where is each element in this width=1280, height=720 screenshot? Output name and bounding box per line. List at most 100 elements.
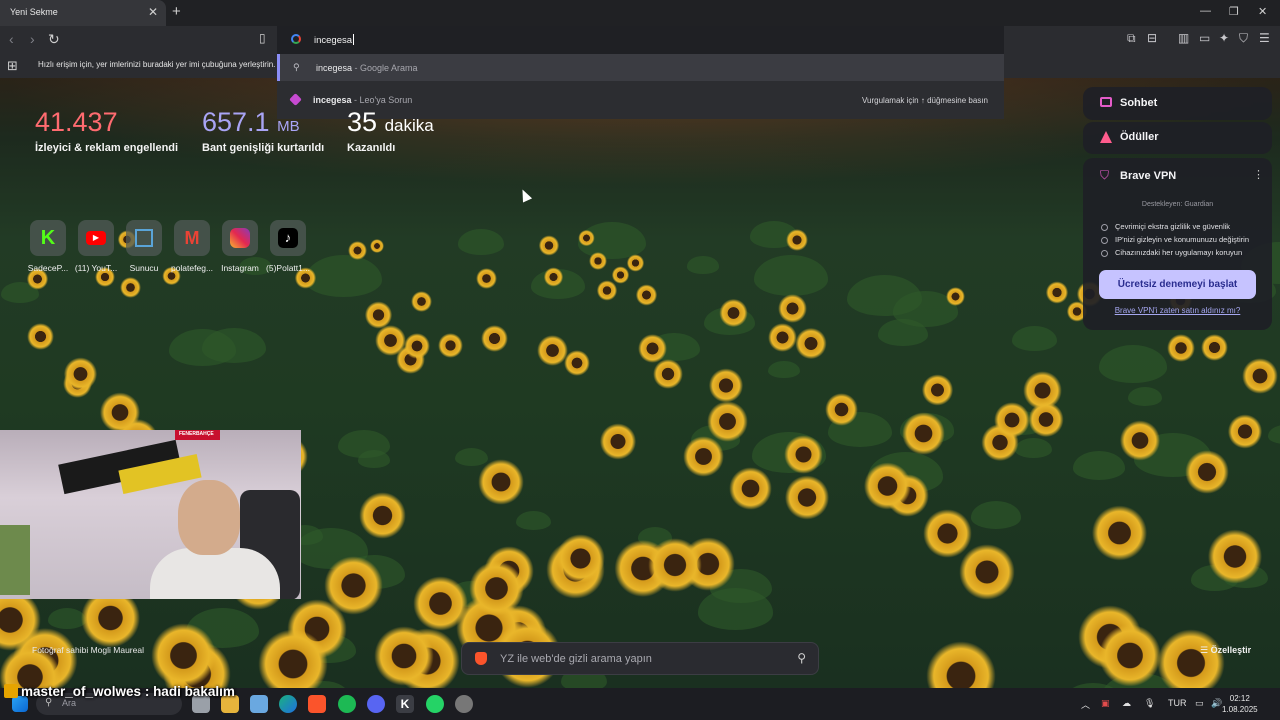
shortcut-tile[interactable]: Instagram — [220, 220, 260, 273]
vpn-title: Brave VPN — [1120, 170, 1177, 182]
steam-icon[interactable] — [455, 695, 473, 713]
sunflower-decoration — [926, 640, 997, 688]
close-tab-icon[interactable]: ✕ — [148, 5, 158, 19]
already-purchased-link[interactable]: Brave VPN'i zaten satın aldınız mı? — [1083, 306, 1272, 315]
sunflower-decoration — [1156, 628, 1226, 688]
shortcut-tile[interactable]: M polatefeg... — [171, 220, 213, 273]
language-indicator[interactable]: TUR — [1168, 698, 1187, 708]
brave-browser-icon[interactable] — [308, 695, 326, 713]
rewards-widget[interactable]: Ödüller — [1083, 122, 1272, 154]
leo-icon — [289, 93, 302, 106]
suggestion-text: incegesa - Google Arama — [316, 63, 418, 73]
bookmarks-hint: Hızlı erişim için, yer imlerinizi burada… — [38, 60, 276, 69]
spotify-icon[interactable] — [338, 695, 356, 713]
sunflower-decoration — [100, 392, 141, 433]
shortcut-tile[interactable]: Sunucu — [124, 220, 164, 273]
leaf-decoration — [305, 255, 382, 298]
apps-grid-icon[interactable]: ⊞ — [7, 58, 18, 74]
extensions-icon[interactable]: ⧉ — [1127, 31, 1136, 46]
suggestion-google-search[interactable]: ⚲ incegesa - Google Arama — [277, 54, 1004, 81]
kick-icon: K — [30, 220, 66, 256]
sunflower-decoration — [437, 332, 463, 358]
new-tab-plus-icon[interactable]: + — [172, 3, 181, 20]
reading-list-icon[interactable]: ⊟ — [1147, 31, 1157, 45]
leo-ai-icon[interactable]: ✦ — [1219, 31, 1229, 45]
stat-value: 35 dakika — [347, 107, 434, 137]
vpn-feature: Çevrimiçi ekstra gizlilik ve güvenlik — [1115, 222, 1231, 231]
sunflower-decoration — [863, 462, 912, 510]
sunflower-decoration — [538, 235, 560, 256]
sunflower-decoration — [729, 467, 772, 510]
minimize-icon[interactable]: — — [1200, 5, 1211, 17]
onedrive-icon[interactable]: ☁ — [1122, 698, 1131, 709]
sunflower-decoration — [647, 537, 702, 593]
discord-icon[interactable] — [367, 695, 385, 713]
vpn-feature: Cihazınızdaki her uygulamayı koruyun — [1115, 248, 1243, 257]
photo-credit[interactable]: Fotoğraf sahibi Mogli Maureal — [32, 645, 144, 655]
system-clock[interactable]: 02:12 1.08.2025 — [1222, 693, 1258, 715]
sunflower-decoration — [477, 459, 525, 506]
bookmark-icon[interactable]: ▯ — [259, 31, 266, 45]
leaf-decoration — [1015, 438, 1052, 459]
leaf-decoration — [516, 511, 551, 531]
sunflower-decoration — [555, 533, 606, 584]
clock-date: 1.08.2025 — [1222, 705, 1258, 714]
sunflower-decoration — [1185, 450, 1230, 495]
brave-logo-icon — [475, 652, 487, 665]
shortcut-tile[interactable]: ▶ (11) YouT... — [75, 220, 117, 273]
sunflower-decoration — [795, 327, 827, 360]
sunflower-decoration — [1242, 358, 1279, 395]
show-hidden-icons[interactable]: ︿ — [1081, 698, 1090, 711]
brave-shields-icon[interactable]: ⛉ — [1239, 31, 1248, 46]
start-free-trial-button[interactable]: Ücretsiz denemeyi başlat — [1099, 270, 1256, 299]
menu-icon[interactable]: ☰ — [1259, 31, 1270, 45]
stat-value: 657.1 MB — [202, 107, 300, 137]
sunflower-decoration — [27, 322, 55, 350]
shortcut-tile[interactable]: K SadeceP... — [28, 220, 68, 273]
tray-app-icon[interactable]: ▣ — [1101, 698, 1110, 709]
sunflower-decoration — [635, 284, 658, 307]
restore-icon[interactable]: ❐ — [1229, 5, 1239, 18]
address-input[interactable]: incegesa — [314, 34, 355, 46]
more-options-icon[interactable]: ⋮ — [1253, 168, 1264, 181]
vpn-feature: IP'nizi gizleyin ve konumunuzu değiştiri… — [1115, 235, 1250, 244]
back-icon[interactable]: ‹ — [9, 31, 14, 47]
wallet-icon[interactable]: ▭ — [1199, 31, 1210, 45]
search-icon[interactable]: ⚲ — [797, 651, 806, 665]
customize-button[interactable]: ☰ Özelleştir — [1200, 645, 1251, 656]
whatsapp-icon[interactable] — [426, 695, 444, 713]
volume-icon[interactable]: 🔊 — [1211, 698, 1222, 709]
sunflower-decoration — [1200, 333, 1228, 361]
leaf-decoration — [1127, 386, 1162, 406]
vpn-supported-by: Destekleyen: Guardian — [1141, 201, 1214, 208]
check-icon — [1101, 250, 1108, 257]
leaf-decoration — [768, 360, 800, 379]
search-box[interactable]: YZ ile web'de gizli arama yapın ⚲ — [461, 642, 819, 675]
reload-icon[interactable]: ↻ — [48, 31, 60, 48]
sunflower-decoration — [364, 301, 393, 329]
store-icon[interactable] — [250, 695, 268, 713]
sunflower-decoration — [778, 293, 808, 323]
network-icon[interactable]: ▭ — [1195, 698, 1204, 709]
webcam-monitor — [0, 525, 30, 595]
sunflower-decoration — [1207, 529, 1262, 584]
leaf-decoration — [357, 450, 391, 469]
shortcut-tile[interactable]: ♪ (5)Polatt1... — [266, 220, 310, 273]
sunflower-decoration — [1167, 334, 1195, 362]
sidebar-icon[interactable]: ▥ — [1178, 31, 1189, 45]
kick-app-icon[interactable]: K — [396, 695, 414, 713]
microphone-icon[interactable]: 🎙 — [1144, 698, 1155, 709]
chat-widget[interactable]: Sohbet — [1083, 87, 1272, 120]
tab-new-tab[interactable]: Yeni Sekme ✕ — [0, 0, 166, 26]
forward-icon[interactable]: › — [30, 31, 35, 47]
close-window-icon[interactable]: ✕ — [1258, 5, 1267, 18]
edge-icon[interactable] — [279, 695, 297, 713]
chat-icon — [1100, 97, 1112, 107]
stat-value: 41.437 — [35, 107, 118, 137]
address-bar[interactable]: incegesa — [277, 26, 1004, 54]
sunflower-decoration — [706, 400, 749, 443]
sunflower-decoration — [785, 228, 808, 251]
google-icon — [291, 34, 301, 44]
leaf-decoration — [1011, 326, 1057, 351]
chat-badge-icon — [4, 684, 18, 698]
